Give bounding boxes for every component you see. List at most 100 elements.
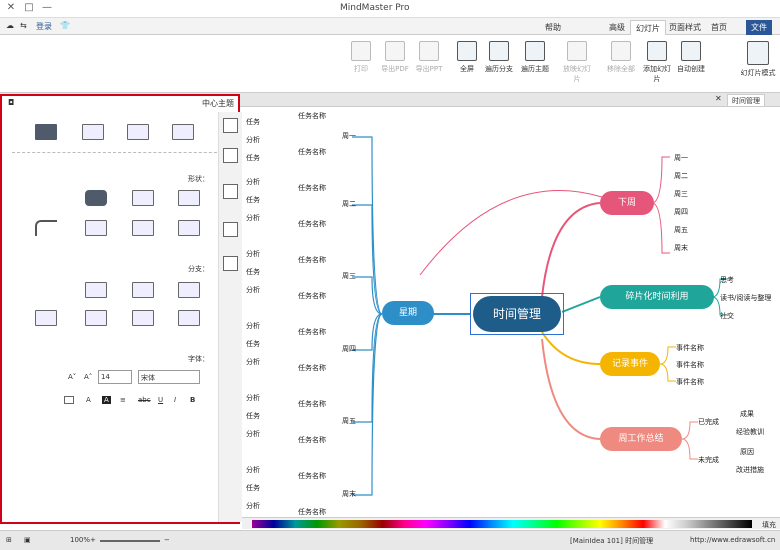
shape-corner-icon[interactable] (35, 220, 57, 236)
sub-label[interactable]: 分析 (246, 393, 260, 403)
fullscreen-button[interactable]: 全屏 (452, 39, 482, 89)
traverse-topic-button[interactable]: 遍历主题 (520, 39, 550, 89)
shape-diamond-icon[interactable] (132, 190, 154, 206)
sub-label[interactable]: 分析 (246, 429, 260, 439)
shape-dash-icon[interactable] (85, 220, 107, 236)
minimize-button[interactable]: — (40, 2, 54, 13)
shape-fill-icon[interactable] (178, 190, 200, 206)
export-ppt-button[interactable]: 导出PPT (414, 39, 444, 89)
task-name[interactable]: 任务名称 (298, 183, 326, 193)
layout-org-icon[interactable] (82, 124, 104, 140)
task-name[interactable]: 任务名称 (298, 399, 326, 409)
font-color-button[interactable]: A (86, 396, 91, 404)
close-button[interactable]: ✕ (4, 2, 18, 13)
task-name[interactable]: 任务名称 (298, 363, 326, 373)
tab-home[interactable]: 首页 (706, 20, 732, 35)
status-url[interactable]: http://www.edrawsoft.cn (690, 536, 775, 544)
task-name[interactable]: 任务名称 (298, 435, 326, 445)
fullscreen-icon[interactable]: ▣ (24, 536, 31, 544)
subtopic-wed[interactable]: 周三 (342, 271, 356, 281)
item-label[interactable]: 任务 (246, 153, 260, 163)
subtopic-tue[interactable]: 周二 (342, 199, 356, 209)
subtopic-undone[interactable]: 未完成 (698, 455, 719, 465)
tab-help[interactable]: 帮助 (540, 20, 566, 35)
branch-dash-icon[interactable] (35, 310, 57, 326)
subtopic-fri[interactable]: 周五 (342, 416, 356, 426)
calendar-icon[interactable] (223, 256, 238, 271)
leaf-topic[interactable]: 改进措施 (736, 465, 764, 475)
color-swatches[interactable] (252, 520, 752, 528)
branch-weight-icon[interactable] (85, 282, 107, 298)
central-topic[interactable]: 时间管理 (470, 293, 564, 335)
traverse-branch-button[interactable]: 遍历分支 (484, 39, 514, 89)
task-name[interactable]: 任务名称 (298, 291, 326, 301)
sub-label[interactable]: 分析 (246, 135, 260, 145)
zoom-slider[interactable] (100, 540, 160, 542)
auto-create-button[interactable]: 自动创建 (676, 39, 706, 89)
pin-icon[interactable]: ◘ (8, 98, 14, 107)
task-name[interactable]: 任务名称 (298, 471, 326, 481)
close-tab-icon[interactable]: ✕ (715, 94, 722, 103)
document-tab[interactable]: 时间管理 (727, 94, 765, 107)
slide-mode-button[interactable]: 幻灯片模式 (740, 39, 776, 89)
mind-map-canvas[interactable]: 时间管理 星期 周一 周二 周三 周四 周五 周末 任务名称 任务名称 任务名称… (242, 107, 780, 517)
highlight-button[interactable]: A (102, 396, 111, 404)
decrease-font-button[interactable]: A˅ (68, 373, 76, 381)
main-topic-weekday[interactable]: 星期 (382, 301, 434, 325)
tab-slides[interactable]: 幻灯片 (630, 20, 666, 35)
main-topic-weekly-summary[interactable]: 周工作总结 (600, 427, 682, 451)
outline-icon[interactable] (223, 148, 238, 163)
subtopic[interactable]: 事件名称 (676, 360, 704, 370)
item-label[interactable]: 任务 (246, 411, 260, 421)
main-topic-record-events[interactable]: 记录事件 (600, 352, 660, 376)
branch-style-icon[interactable] (85, 310, 107, 326)
task-name[interactable]: 任务名称 (298, 111, 326, 121)
subtopic[interactable]: 周末 (674, 243, 688, 253)
sub-label[interactable]: 分析 (246, 501, 260, 511)
main-topic-next-week[interactable]: 下周 (600, 191, 654, 215)
layout-mindmap-icon[interactable] (127, 124, 149, 140)
export-pdf-button[interactable]: 导出PDF (380, 39, 410, 89)
tab-advanced[interactable]: 高级 (604, 20, 630, 35)
layout-tree-icon[interactable] (172, 124, 194, 140)
task-name[interactable]: 任务名称 (298, 219, 326, 229)
subtopic-done[interactable]: 已完成 (698, 417, 719, 427)
subtopic-thu[interactable]: 周四 (342, 344, 356, 354)
shape-line-weight-icon[interactable] (132, 220, 154, 236)
main-topic-fragment-time[interactable]: 碎片化时间利用 (600, 285, 714, 309)
play-slides-button[interactable]: 放映幻灯片 (562, 39, 592, 89)
sub-label[interactable]: 分析 (246, 357, 260, 367)
item-label[interactable]: 任务 (246, 483, 260, 493)
sub-label[interactable]: 分析 (246, 285, 260, 295)
shirt-icon[interactable]: 👕 (60, 21, 70, 30)
subtopic[interactable]: 周二 (674, 171, 688, 181)
login-link[interactable]: 登录 (36, 21, 52, 32)
item-label[interactable]: 任务 (246, 339, 260, 349)
shape-rounded-icon[interactable] (85, 190, 107, 206)
branch-curve-icon[interactable] (132, 310, 154, 326)
shape-border-icon[interactable] (178, 220, 200, 236)
fit-page-icon[interactable]: ⊞ (6, 536, 12, 544)
sub-label[interactable]: 分析 (246, 465, 260, 475)
subtopic[interactable]: 事件名称 (676, 343, 704, 353)
task-name[interactable]: 任务名称 (298, 327, 326, 337)
share-icon[interactable]: ⇆ (20, 21, 27, 30)
leaf-topic[interactable]: 经验教训 (736, 427, 764, 437)
subtopic[interactable]: 思考 (720, 275, 734, 285)
tab-file[interactable]: 文件 (746, 20, 772, 35)
subtopic[interactable]: 周五 (674, 225, 688, 235)
layout-list-icon[interactable] (35, 124, 57, 140)
sub-label[interactable]: 分析 (246, 213, 260, 223)
subtopic[interactable]: 事件名称 (676, 377, 704, 387)
strikethrough-button[interactable]: abc (138, 396, 151, 404)
remove-all-button[interactable]: 移除全部 (606, 39, 636, 89)
font-size-select[interactable]: 14 (98, 370, 132, 384)
align-icon[interactable]: ≡ (120, 396, 126, 404)
task-name[interactable]: 任务名称 (298, 255, 326, 265)
increase-font-button[interactable]: A˄ (84, 373, 92, 381)
sub-label[interactable]: 分析 (246, 249, 260, 259)
sub-label[interactable]: 分析 (246, 321, 260, 331)
tab-page-style[interactable]: 页面样式 (664, 20, 706, 35)
task-name[interactable]: 任务名称 (298, 147, 326, 157)
branch-color-icon[interactable] (132, 282, 154, 298)
